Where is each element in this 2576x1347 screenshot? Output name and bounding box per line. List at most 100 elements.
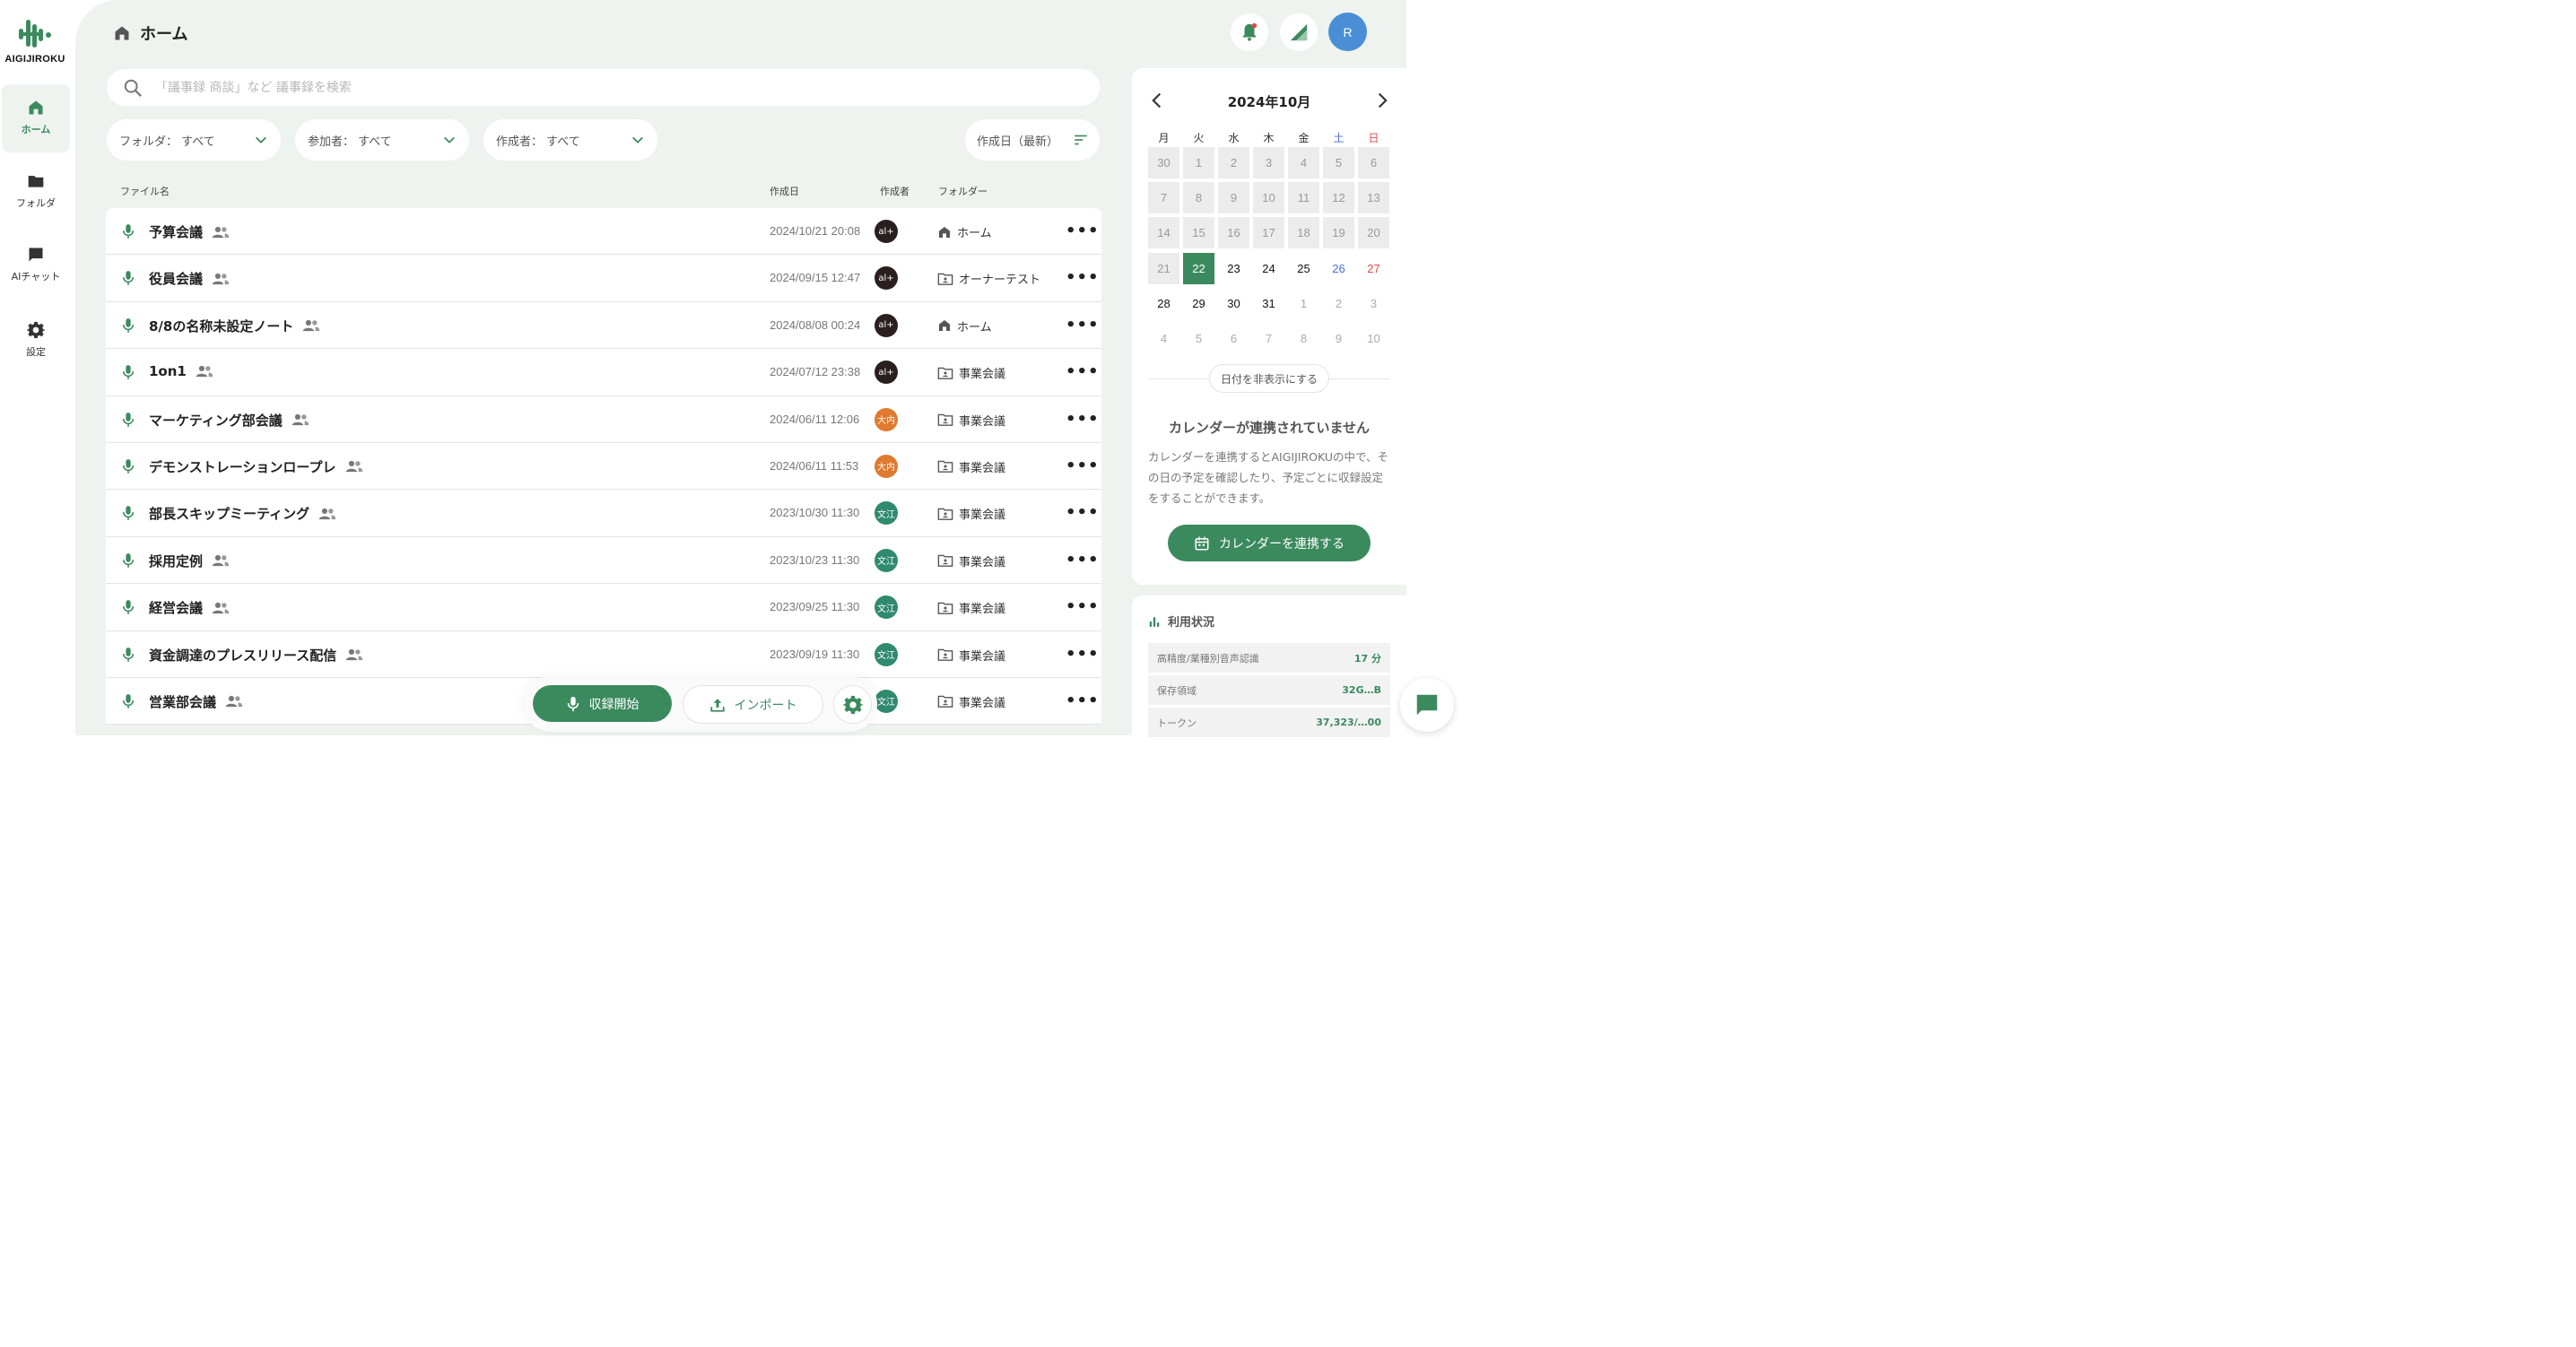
calendar-day[interactable]: 29 [1183, 288, 1214, 319]
folder-cell[interactable]: ホーム [937, 317, 992, 335]
chevron-right-icon[interactable] [1373, 91, 1391, 109]
more-options-button[interactable]: ••• [1066, 316, 1100, 335]
sidebar-item-folder[interactable]: フォルダ [2, 158, 70, 226]
calendar-day[interactable]: 11 [1288, 182, 1319, 214]
calendar-day[interactable]: 8 [1288, 323, 1319, 354]
calendar-day[interactable]: 31 [1253, 288, 1284, 319]
more-options-button[interactable]: ••• [1066, 645, 1100, 664]
calendar-day[interactable]: 9 [1218, 182, 1249, 214]
user-avatar[interactable]: R [1328, 13, 1367, 51]
folder-cell[interactable]: 事業会議 [937, 505, 1005, 522]
calendar-day[interactable]: 1 [1183, 147, 1214, 178]
calendar-day[interactable]: 5 [1323, 147, 1354, 178]
file-name-cell[interactable]: 採用定例 [149, 552, 230, 570]
more-options-button[interactable]: ••• [1066, 410, 1100, 429]
calendar-day[interactable]: 19 [1323, 217, 1354, 249]
calendar-day[interactable]: 14 [1148, 217, 1179, 249]
table-row[interactable]: 8/8の名称未設定ノート 2024/08/08 00:24 al+ ホーム ••• [106, 302, 1101, 350]
creator-filter[interactable]: 作成者： すべて [483, 119, 657, 161]
folder-cell[interactable]: 事業会議 [937, 599, 1005, 616]
calendar-day[interactable]: 23 [1218, 253, 1249, 284]
file-name-cell[interactable]: 8/8の名称未設定ノート [149, 317, 320, 335]
calendar-day[interactable]: 4 [1148, 323, 1179, 354]
calendar-day[interactable]: 26 [1323, 253, 1354, 284]
file-name-cell[interactable]: デモンストレーションロープレ [149, 457, 363, 476]
calendar-day[interactable]: 16 [1218, 217, 1249, 249]
folder-cell[interactable]: ホーム [937, 223, 992, 240]
column-header-creator[interactable]: 作成者 [880, 184, 909, 198]
folder-cell[interactable]: オーナーテスト [937, 270, 1040, 287]
folder-cell[interactable]: 事業会議 [937, 458, 1005, 475]
column-header-name[interactable]: ファイル名 [120, 184, 170, 198]
calendar-day[interactable]: 12 [1323, 182, 1354, 214]
calendar-day[interactable]: 7 [1148, 182, 1179, 214]
file-name-cell[interactable]: 部長スキップミーティング [149, 504, 336, 523]
import-button[interactable]: インポート [683, 685, 823, 724]
calendar-day[interactable]: 27 [1358, 253, 1389, 284]
sidebar-item-home[interactable]: ホーム [2, 84, 70, 152]
calendar-day[interactable]: 24 [1253, 253, 1284, 284]
calendar-day[interactable]: 6 [1358, 147, 1389, 178]
table-row[interactable]: 予算会議 2024/10/21 20:08 al+ ホーム ••• [106, 208, 1101, 256]
table-row[interactable]: 役員会議 2024/09/15 12:47 al+ オーナーテスト ••• [106, 255, 1101, 302]
search-input[interactable] [155, 80, 962, 95]
calendar-day[interactable]: 8 [1183, 182, 1214, 214]
table-row[interactable]: 1on1 2024/07/12 23:38 al+ 事業会議 ••• [106, 349, 1101, 396]
calendar-day[interactable]: 5 [1183, 323, 1214, 354]
file-name-cell[interactable]: 1on1 [149, 363, 213, 379]
more-options-button[interactable]: ••• [1066, 456, 1100, 475]
folder-cell[interactable]: 事業会議 [937, 693, 1005, 710]
table-row[interactable]: 経営会議 2023/09/25 11:30 文江 事業会議 ••• [106, 584, 1101, 631]
sidebar-item-ai-chat[interactable]: AIチャット [2, 231, 70, 300]
folder-cell[interactable]: 事業会議 [937, 364, 1005, 381]
calendar-day[interactable]: 9 [1323, 323, 1354, 354]
calendar-day[interactable]: 6 [1218, 323, 1249, 354]
calendar-day[interactable]: 2 [1218, 147, 1249, 178]
more-options-button[interactable]: ••• [1066, 362, 1100, 381]
record-settings-button[interactable] [833, 685, 872, 724]
signal-button[interactable] [1280, 13, 1318, 51]
connect-calendar-button[interactable]: カレンダーを連携する [1168, 525, 1371, 561]
more-options-button[interactable]: ••• [1066, 551, 1100, 569]
calendar-day[interactable]: 13 [1358, 182, 1389, 214]
calendar-day[interactable]: 17 [1253, 217, 1284, 249]
sidebar-item-settings[interactable]: 設定 [2, 307, 70, 375]
calendar-day[interactable]: 3 [1253, 147, 1284, 178]
notification-button[interactable] [1231, 13, 1268, 51]
calendar-day[interactable]: 10 [1358, 323, 1389, 354]
record-button[interactable]: 収録開始 [533, 685, 672, 722]
sort-button[interactable]: 作成日（最新） [965, 119, 1100, 161]
more-options-button[interactable]: ••• [1066, 222, 1100, 240]
column-header-folder[interactable]: フォルダー [938, 184, 988, 198]
folder-filter[interactable]: フォルダ： すべて [107, 119, 281, 161]
file-name-cell[interactable]: 営業部会議 [149, 692, 243, 711]
calendar-day[interactable]: 18 [1288, 217, 1319, 249]
more-options-button[interactable]: ••• [1066, 503, 1100, 522]
table-row[interactable]: デモンストレーションロープレ 2024/06/11 11:53 大内 事業会議 ••• [106, 443, 1101, 491]
brand-logo[interactable]: AIGIJIROKU [0, 16, 70, 65]
folder-cell[interactable]: 事業会議 [937, 552, 1005, 569]
table-row[interactable]: 部長スキップミーティング 2023/10/30 11:30 文江 事業会議 ••• [106, 490, 1101, 537]
calendar-day[interactable]: 30 [1148, 147, 1179, 178]
file-name-cell[interactable]: 予算会議 [149, 222, 230, 241]
calendar-day[interactable]: 4 [1288, 147, 1319, 178]
support-chat-button[interactable] [1400, 678, 1454, 732]
participant-filter[interactable]: 参加者： すべて [295, 119, 469, 161]
calendar-day[interactable]: 25 [1288, 253, 1319, 284]
file-name-cell[interactable]: マーケティング部会議 [149, 411, 309, 430]
file-name-cell[interactable]: 経営会議 [149, 598, 230, 617]
table-row[interactable]: マーケティング部会議 2024/06/11 12:06 大内 事業会議 ••• [106, 396, 1101, 443]
search-bar[interactable] [107, 69, 1100, 106]
calendar-day[interactable]: 20 [1358, 217, 1389, 249]
table-row[interactable]: 採用定例 2023/10/23 11:30 文江 事業会議 ••• [106, 537, 1101, 585]
calendar-day[interactable]: 10 [1253, 182, 1284, 214]
file-name-cell[interactable]: 役員会議 [149, 269, 230, 288]
more-options-button[interactable]: ••• [1066, 597, 1100, 616]
calendar-day[interactable]: 21 [1148, 252, 1179, 284]
more-options-button[interactable]: ••• [1066, 691, 1100, 710]
calendar-day[interactable]: 30 [1218, 288, 1249, 319]
calendar-day[interactable]: 3 [1358, 288, 1389, 319]
more-options-button[interactable]: ••• [1066, 268, 1100, 287]
hide-dates-button[interactable]: 日付を非表示にする [1209, 364, 1329, 393]
calendar-day[interactable]: 2 [1323, 288, 1354, 319]
